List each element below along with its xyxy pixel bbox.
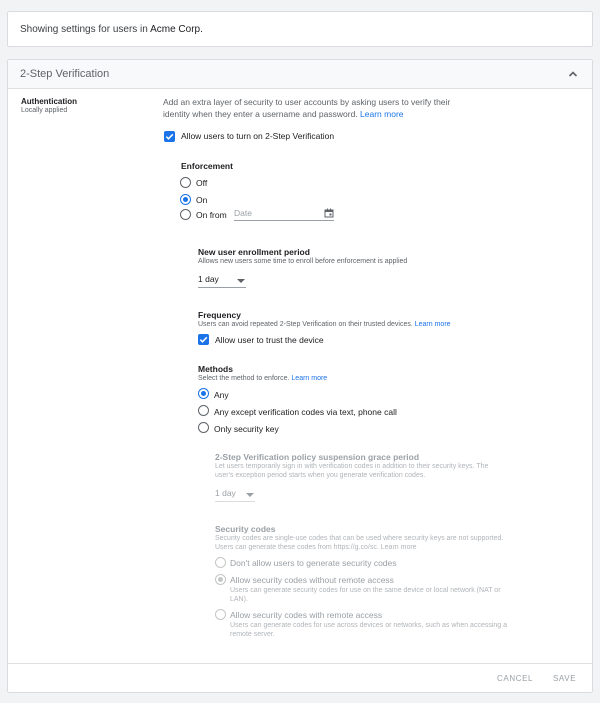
enforcement-off-radio[interactable] [180,177,191,188]
org-name: Acme Corp. [150,24,203,35]
method-any-except-label: Any except verification codes via text, … [214,407,397,417]
card-footer: CANCEL SAVE [8,663,592,693]
dropdown-arrow-icon [237,279,245,283]
allow-2sv-label: Allow users to turn on 2-Step Verificati… [181,131,335,141]
codes-remote-label: Allow security codes with remote access [230,610,383,620]
frequency-heading: Frequency [198,310,241,320]
section-header[interactable]: 2-Step Verification [8,60,592,89]
methods-sub: Select the method to enforce. Learn more [198,375,328,382]
enforcement-heading: Enforcement [181,161,233,171]
enforcement-on-from-label: On from [196,210,227,220]
security-codes-learn-more-link[interactable]: Learn more [381,544,417,551]
codes-none-radio[interactable] [215,557,226,568]
enrollment-period-value: 1 day [198,274,219,284]
method-security-key-radio[interactable] [198,422,209,433]
enrollment-sub: Allows new users some time to enroll bef… [198,258,408,265]
codes-no-remote-label: Allow security codes without remote acce… [230,575,394,585]
enforcement-on-label: On [196,195,208,205]
org-info-prefix: Showing settings for users in [20,24,151,35]
save-button[interactable]: SAVE [553,674,576,683]
methods-heading: Methods [198,364,233,374]
grace-period-sub-2: user's exception period starts when you … [215,472,426,479]
security-codes-sub-2: Users can generate these codes from http… [215,544,417,551]
trust-device-label: Allow user to trust the device [215,335,324,345]
security-codes-sub-1: Security codes are single-use codes that… [215,535,504,542]
frequency-learn-more-link[interactable]: Learn more [415,321,451,328]
checkmark-icon [199,336,208,343]
org-info-bar: Showing settings for users in Acme Corp. [7,11,593,47]
auth-learn-more-link[interactable]: Learn more [360,109,403,119]
codes-remote-sub-2: remote server. [230,631,275,638]
grace-period-heading: 2-Step Verification policy suspension gr… [215,452,420,462]
codes-no-remote-sub-2: LAN). [230,596,248,603]
setting-label: Authentication Locally applied [21,97,77,114]
codes-remote-radio[interactable] [215,609,226,620]
enforcement-off-label: Off [196,178,208,188]
codes-none-label: Don't allow users to generate security c… [230,558,397,568]
enrollment-heading: New user enrollment period [198,247,310,257]
security-codes-heading: Security codes [215,524,276,534]
codes-remote-sub-1: Users can generate codes for use across … [230,622,508,629]
allow-2sv-checkbox[interactable] [164,131,175,142]
date-placeholder: Date [234,208,252,218]
setting-status: Locally applied [21,107,68,114]
codes-no-remote-sub-1: Users can generate security codes for us… [230,587,501,594]
method-any-except-radio[interactable] [198,405,209,416]
grace-period-sub-1: Let users temporarily sign in with verif… [215,463,489,470]
cancel-button[interactable]: CANCEL [497,674,533,683]
methods-learn-more-link[interactable]: Learn more [291,375,327,382]
method-security-key-label: Only security key [214,424,279,434]
enforcement-date-input[interactable]: Date [234,208,334,221]
section-title: 2-Step Verification [20,68,110,80]
enforcement-on-from-radio[interactable] [180,209,191,220]
dropdown-arrow-icon [246,493,254,497]
trust-device-checkbox[interactable] [198,334,209,345]
auth-description: Add an extra layer of security to user a… [163,97,451,119]
method-any-label: Any [214,390,229,400]
chevron-up-icon[interactable] [566,67,580,81]
codes-no-remote-radio[interactable] [215,574,226,585]
checkmark-icon [165,133,174,140]
grace-period-value: 1 day [215,488,236,498]
settings-card: 2-Step Verification Authentication Local… [7,59,593,693]
setting-name: Authentication [21,97,77,106]
enforcement-on-radio[interactable] [180,194,191,205]
frequency-sub: Users can avoid repeated 2-Step Verifica… [198,321,451,328]
method-any-radio[interactable] [198,388,209,399]
enrollment-period-select[interactable]: 1 day [198,274,246,288]
grace-period-select[interactable]: 1 day [215,488,255,502]
calendar-icon[interactable] [324,208,334,220]
security-codes-url-link[interactable]: https://g.co/sc. [334,544,379,551]
